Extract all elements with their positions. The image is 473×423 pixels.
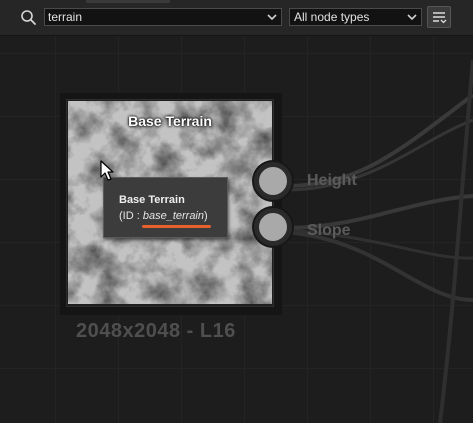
tooltip-id-prefix: (ID : bbox=[119, 210, 143, 222]
node-graph-canvas[interactable]: Base Terrain Height Slope 2048x2048 - L1… bbox=[0, 0, 473, 423]
node-title: Base Terrain bbox=[128, 113, 212, 129]
id-highlight-underline bbox=[142, 225, 211, 228]
chevron-down-icon[interactable] bbox=[265, 10, 279, 24]
search-icon[interactable] bbox=[18, 7, 40, 27]
tooltip-id-value: base_terrain bbox=[142, 210, 204, 222]
chevron-down-icon bbox=[407, 14, 417, 21]
output-port-slope[interactable] bbox=[254, 208, 292, 246]
port-label-slope: Slope bbox=[307, 222, 351, 239]
tooltip-id-suffix: ) bbox=[204, 210, 208, 222]
graph-toolbar: All node types bbox=[0, 0, 473, 36]
tooltip-title: Base Terrain bbox=[119, 194, 185, 206]
filter-options-button[interactable] bbox=[427, 6, 451, 28]
toolbar-tab-indicator bbox=[86, 0, 170, 3]
search-field[interactable] bbox=[44, 8, 282, 26]
node-type-select-value: All node types bbox=[294, 10, 370, 24]
output-port-height[interactable] bbox=[254, 162, 292, 200]
node-type-select[interactable]: All node types bbox=[289, 8, 422, 26]
node-resolution-label: 2048x2048 - L16 bbox=[76, 320, 236, 342]
tooltip-id: (ID : base_terrain) bbox=[119, 210, 208, 222]
search-input[interactable] bbox=[48, 9, 258, 25]
node-tooltip: Base Terrain (ID : base_terrain) bbox=[103, 177, 228, 238]
port-label-height: Height bbox=[307, 172, 357, 189]
filter-list-icon bbox=[433, 12, 447, 24]
mouse-cursor-icon bbox=[100, 160, 114, 181]
